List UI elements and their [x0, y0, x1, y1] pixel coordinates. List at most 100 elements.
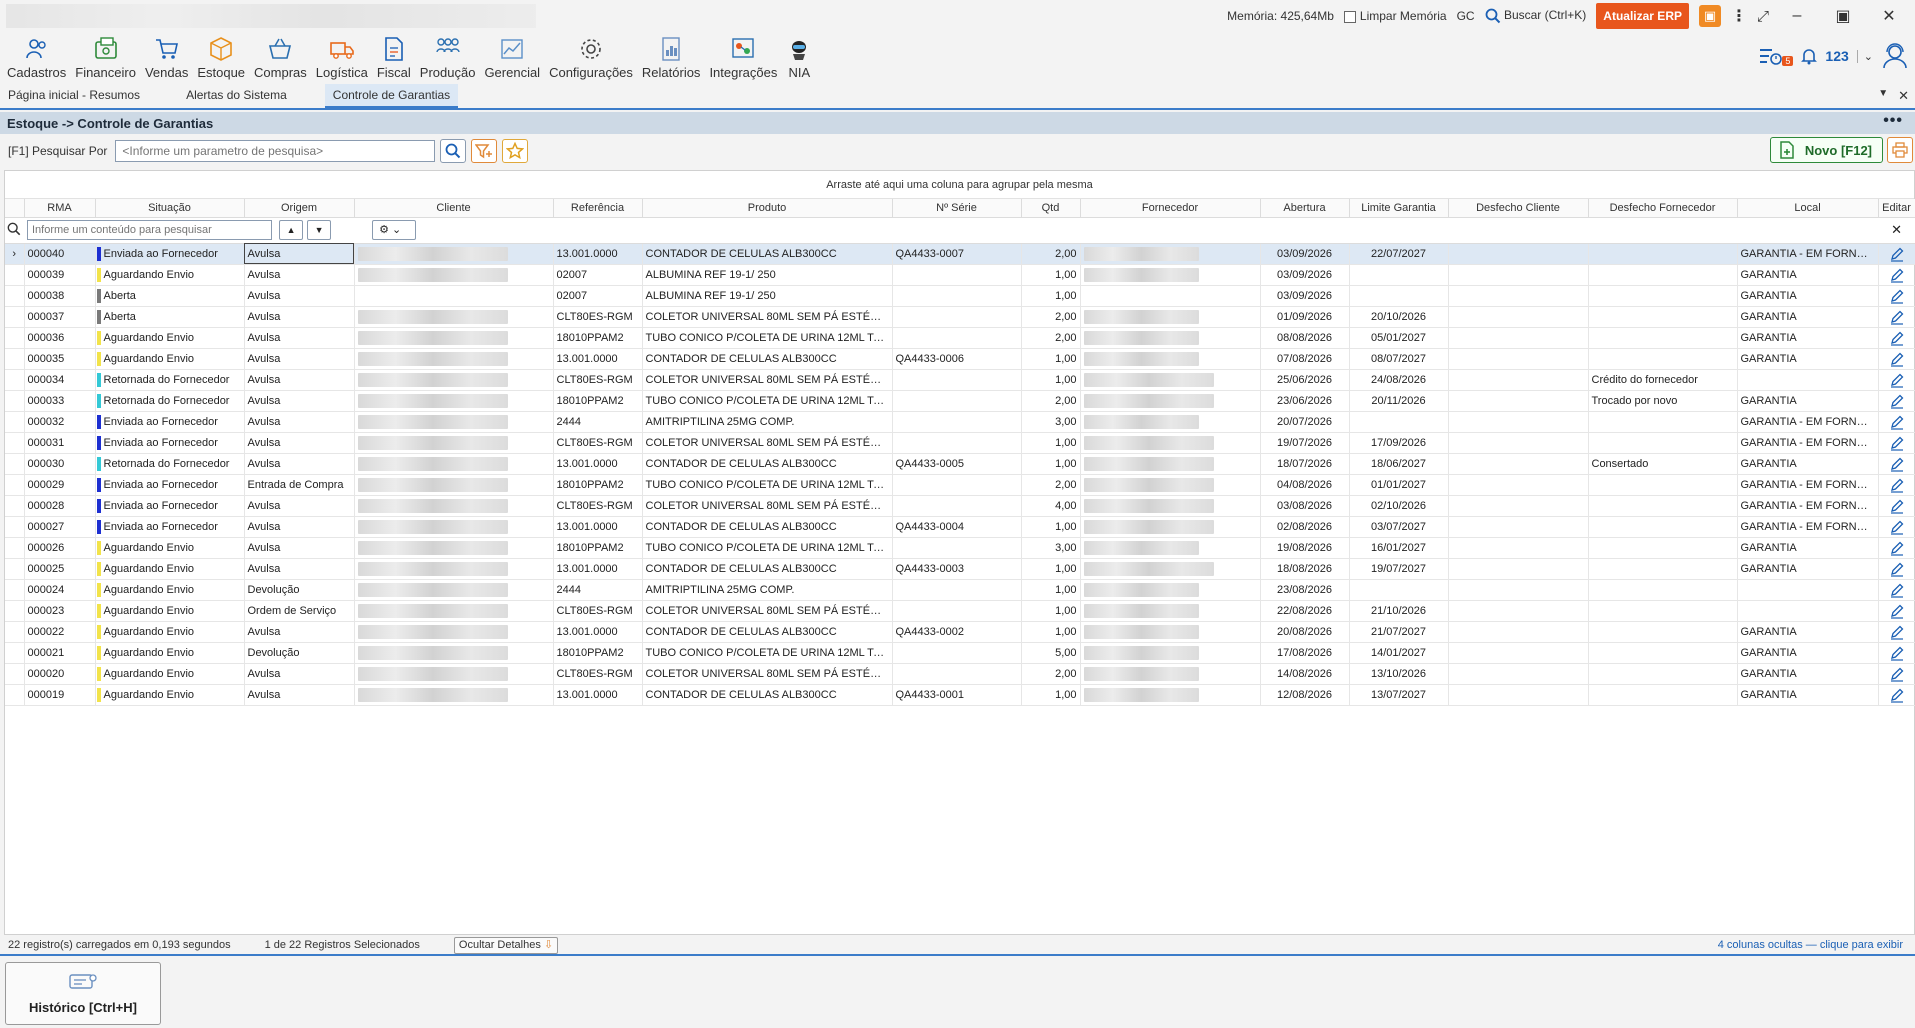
filter-prev-button[interactable]: ▲: [279, 220, 304, 241]
column-header-rma[interactable]: RMA: [24, 199, 96, 218]
table-row[interactable]: 000038 Aberta Avulsa 02007 ALBUMINA REF 19-1…: [5, 285, 1915, 307]
table-row[interactable]: 000020 Aguardando Envio Avulsa CLT80ES-RGM C…: [5, 663, 1915, 685]
notification-count[interactable]: 123: [1825, 48, 1848, 64]
column-header-desfecho-cliente[interactable]: Desfecho Cliente: [1448, 199, 1589, 218]
pencil-icon[interactable]: [1889, 603, 1905, 619]
row-indicator[interactable]: [5, 537, 25, 559]
grid-filter-input[interactable]: [27, 219, 272, 240]
table-row[interactable]: 000035 Aguardando Envio Avulsa 13.001.0000 C…: [5, 348, 1915, 370]
print-button[interactable]: [1887, 137, 1913, 163]
column-header-editar[interactable]: Editar: [1878, 199, 1915, 218]
table-row[interactable]: 000026 Aguardando Envio Avulsa 18010PPAM2 TU…: [5, 537, 1915, 559]
column-header-fornecedor[interactable]: Fornecedor: [1080, 199, 1261, 218]
tab-home-summary[interactable]: Página inicial - Resumos: [0, 84, 148, 108]
table-row[interactable]: 000027 Enviada ao Fornecedor Avulsa 13.001.…: [5, 516, 1915, 538]
row-indicator[interactable]: [5, 495, 25, 517]
table-row[interactable]: 000031 Enviada ao Fornecedor Avulsa CLT80ES…: [5, 432, 1915, 454]
row-indicator[interactable]: [5, 600, 25, 622]
pencil-icon[interactable]: [1889, 414, 1905, 430]
gc-button[interactable]: GC: [1457, 9, 1475, 23]
pencil-icon[interactable]: [1889, 540, 1905, 556]
maximize-icon[interactable]: ▣: [1825, 6, 1861, 26]
table-row[interactable]: 000030 Retornada do Fornecedor Avulsa 13.00…: [5, 453, 1915, 475]
pencil-icon[interactable]: [1889, 435, 1905, 451]
close-tab-icon[interactable]: ✕: [1898, 88, 1909, 104]
column-header-local[interactable]: Local: [1737, 199, 1879, 218]
table-row[interactable]: 000036 Aguardando Envio Avulsa 18010PPAM2 TU…: [5, 327, 1915, 349]
column-header-origem[interactable]: Origem: [244, 199, 355, 218]
ribbon-item-cadastros[interactable]: Cadastros: [4, 32, 69, 80]
ribbon-item-producao[interactable]: Produção: [417, 32, 479, 80]
book-icon[interactable]: ▣: [1698, 5, 1721, 27]
table-row[interactable]: 000032 Enviada ao Fornecedor Avulsa 2444 AMI…: [5, 411, 1915, 433]
pencil-icon[interactable]: [1889, 624, 1905, 640]
fullscreen-icon[interactable]: ⤢: [1757, 8, 1769, 25]
row-indicator[interactable]: [5, 621, 25, 643]
row-indicator[interactable]: [5, 264, 25, 286]
table-row[interactable]: 000021 Aguardando Envio Devolução 18010PPAM…: [5, 642, 1915, 664]
table-row[interactable]: 000033 Retornada do Fornecedor Avulsa 18010…: [5, 390, 1915, 412]
minimize-icon[interactable]: –: [1779, 7, 1815, 25]
row-indicator[interactable]: [5, 516, 25, 538]
pencil-icon[interactable]: [1889, 309, 1905, 325]
row-indicator[interactable]: [5, 390, 25, 412]
ribbon-item-logistica[interactable]: Logística: [313, 32, 371, 80]
search-input[interactable]: [115, 140, 436, 162]
pencil-icon[interactable]: [1889, 372, 1905, 388]
row-indicator[interactable]: [5, 663, 25, 685]
table-row[interactable]: 000022 Aguardando Envio Avulsa 13.001.0000 C…: [5, 621, 1915, 643]
update-erp-button[interactable]: Atualizar ERP: [1596, 3, 1689, 29]
pencil-icon[interactable]: [1889, 456, 1905, 472]
pencil-icon[interactable]: [1889, 582, 1905, 598]
column-header-qtd[interactable]: Qtd: [1021, 199, 1081, 218]
ribbon-item-configuracoes[interactable]: Configurações: [546, 32, 636, 80]
filter-options-dropdown[interactable]: ⚙ ⌄: [372, 220, 417, 241]
table-row[interactable]: 000037 Aberta Avulsa CLT80ES-RGM COLETOR UNI…: [5, 306, 1915, 328]
row-indicator[interactable]: [5, 285, 25, 307]
tab-warranty-control[interactable]: Controle de Garantias: [324, 84, 459, 108]
row-indicator[interactable]: [5, 306, 25, 328]
group-by-drop-area[interactable]: Arraste até aqui uma coluna para agrupar…: [5, 171, 1914, 199]
clear-memory-toggle[interactable]: Limpar Memória: [1343, 9, 1447, 23]
pencil-icon[interactable]: [1889, 477, 1905, 493]
row-indicator[interactable]: [5, 432, 25, 454]
tab-list-dropdown-icon[interactable]: ▼: [1878, 88, 1888, 104]
table-row[interactable]: 000023 Aguardando Envio Ordem de Serviço CL…: [5, 600, 1915, 622]
pencil-icon[interactable]: [1889, 267, 1905, 283]
table-row[interactable]: 000024 Aguardando Envio Devolução 2444 AMITR…: [5, 579, 1915, 601]
pencil-icon[interactable]: [1889, 288, 1905, 304]
table-row[interactable]: 000019 Aguardando Envio Avulsa 13.001.0000 C…: [5, 684, 1915, 706]
pencil-icon[interactable]: [1889, 687, 1905, 703]
hidden-columns-link[interactable]: 4 colunas ocultas — clique para exibir: [1718, 939, 1903, 951]
table-row[interactable]: › 000040 Enviada ao Fornecedor Avulsa 13.001…: [5, 243, 1915, 265]
new-button[interactable]: Novo [F12]: [1769, 137, 1883, 163]
pencil-icon[interactable]: [1889, 519, 1905, 535]
row-indicator[interactable]: [5, 411, 25, 433]
pencil-icon[interactable]: [1889, 330, 1905, 346]
row-indicator[interactable]: [5, 348, 25, 370]
column-header-limite-garantia[interactable]: Limite Garantia: [1349, 199, 1449, 218]
chevron-down-icon[interactable]: ⌄: [1856, 49, 1873, 63]
pencil-icon[interactable]: [1889, 561, 1905, 577]
column-header-produto[interactable]: Produto: [642, 199, 893, 218]
filter-button[interactable]: [471, 139, 498, 163]
row-indicator[interactable]: ›: [5, 243, 25, 265]
clear-memory-checkbox[interactable]: [1343, 10, 1356, 23]
column-header-cliente[interactable]: Cliente: [354, 199, 554, 218]
search-button[interactable]: [440, 139, 467, 163]
column-header-situacao[interactable]: Situação: [95, 199, 245, 218]
pencil-icon[interactable]: [1889, 351, 1905, 367]
column-header-abertura[interactable]: Abertura: [1260, 199, 1350, 218]
ribbon-item-fiscal[interactable]: Fiscal: [374, 32, 414, 80]
row-indicator[interactable]: [5, 474, 25, 496]
pencil-icon[interactable]: [1889, 666, 1905, 682]
row-indicator[interactable]: [5, 642, 25, 664]
hide-details-button[interactable]: Ocultar Detalhes ⇩: [453, 936, 559, 954]
pencil-icon[interactable]: [1889, 393, 1905, 409]
column-header-desfecho-fornecedor[interactable]: Desfecho Fornecedor: [1588, 199, 1738, 218]
pencil-icon[interactable]: [1889, 498, 1905, 514]
table-row[interactable]: 000025 Aguardando Envio Avulsa 13.001.0000 C…: [5, 558, 1915, 580]
tab-system-alerts[interactable]: Alertas do Sistema: [178, 84, 295, 108]
favorites-button[interactable]: [502, 139, 529, 163]
ribbon-item-nia[interactable]: NIA: [783, 32, 815, 80]
